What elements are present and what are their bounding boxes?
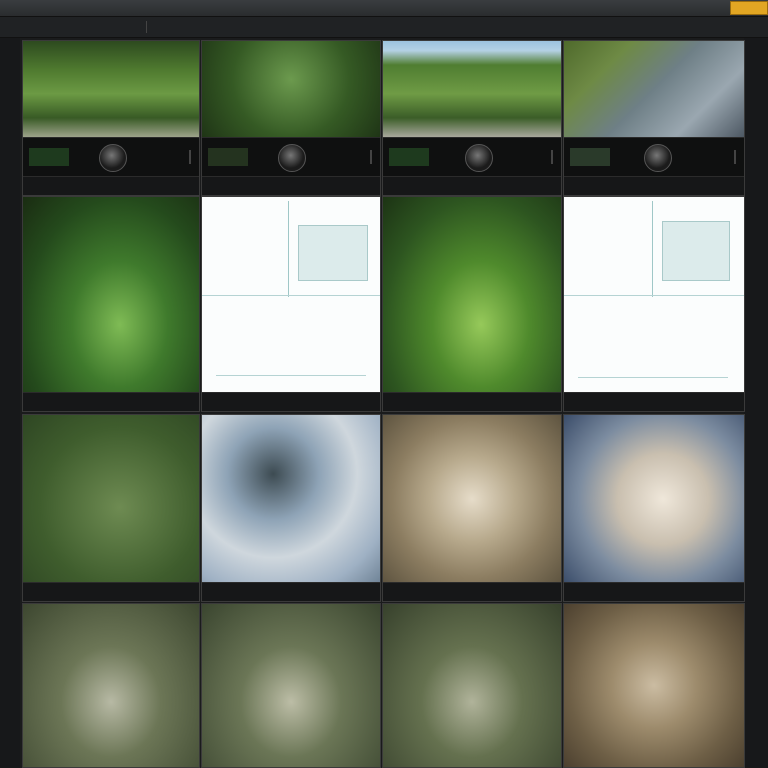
thumbnail-image <box>564 41 744 137</box>
thumbnail-caption <box>564 176 744 195</box>
thumbnail-image <box>23 604 199 767</box>
thumbnail-image <box>23 197 199 393</box>
thumbnail-image <box>564 604 744 767</box>
thumbnail-controls <box>23 137 199 178</box>
document-preview <box>202 197 380 393</box>
level-meter <box>29 148 69 166</box>
thumbnail-tile[interactable] <box>201 414 381 602</box>
thumbnail-tile[interactable] <box>201 603 381 768</box>
thumbnail-caption <box>202 176 380 195</box>
thumbnail-image <box>383 197 561 393</box>
tick-mark <box>734 150 736 164</box>
thumbnail-image <box>23 41 199 137</box>
thumbnail-caption <box>202 582 380 601</box>
guide-line <box>564 295 744 296</box>
level-meter <box>389 148 429 166</box>
level-meter <box>570 148 610 166</box>
thumbnail-image <box>23 415 199 583</box>
thumbnail-image <box>383 41 561 137</box>
tick-mark <box>370 150 372 164</box>
guide-line <box>216 375 366 376</box>
thumbnail-tile[interactable] <box>22 196 200 412</box>
guide-line <box>652 201 653 297</box>
thumbnail-image <box>383 604 561 767</box>
thumbnail-caption <box>564 392 744 411</box>
thumbnail-caption <box>23 582 199 601</box>
thumbnail-caption <box>383 392 561 411</box>
thumbnail-tile[interactable] <box>382 603 562 768</box>
dial-knob[interactable] <box>278 144 306 172</box>
thumbnail-tile[interactable] <box>201 40 381 196</box>
thumbnail-tile[interactable] <box>22 40 200 196</box>
guide-line <box>202 295 380 296</box>
tick-mark <box>189 150 191 164</box>
preview-panel <box>298 225 368 281</box>
thumbnail-tile[interactable] <box>563 196 745 412</box>
thumbnail-caption <box>23 392 199 411</box>
thumbnail-image <box>383 415 561 583</box>
dial-knob[interactable] <box>644 144 672 172</box>
thumbnail-controls <box>202 137 380 178</box>
thumbnail-tile[interactable] <box>563 40 745 196</box>
level-meter <box>208 148 248 166</box>
thumbnail-tile[interactable] <box>563 414 745 602</box>
dial-knob[interactable] <box>99 144 127 172</box>
thumbnail-caption <box>564 582 744 601</box>
thumbnail-image <box>202 415 380 583</box>
thumbnail-tile[interactable] <box>382 414 562 602</box>
thumbnail-caption <box>23 176 199 195</box>
thumbnail-grid <box>0 0 768 768</box>
document-preview <box>564 197 744 393</box>
thumbnail-tile[interactable] <box>563 603 745 768</box>
thumbnail-controls <box>383 137 561 178</box>
preview-panel <box>662 221 730 281</box>
thumbnail-caption <box>202 392 380 411</box>
thumbnail-image <box>202 604 380 767</box>
guide-line <box>288 201 289 297</box>
thumbnail-controls <box>564 137 744 178</box>
thumbnail-caption <box>383 582 561 601</box>
guide-line <box>578 377 728 378</box>
thumbnail-caption <box>383 176 561 195</box>
dial-knob[interactable] <box>465 144 493 172</box>
thumbnail-tile[interactable] <box>382 196 562 412</box>
thumbnail-image <box>202 41 380 137</box>
thumbnail-tile[interactable] <box>22 603 200 768</box>
tick-mark <box>551 150 553 164</box>
thumbnail-image <box>564 415 744 583</box>
thumbnail-tile[interactable] <box>201 196 381 412</box>
thumbnail-tile[interactable] <box>22 414 200 602</box>
thumbnail-tile[interactable] <box>382 40 562 196</box>
